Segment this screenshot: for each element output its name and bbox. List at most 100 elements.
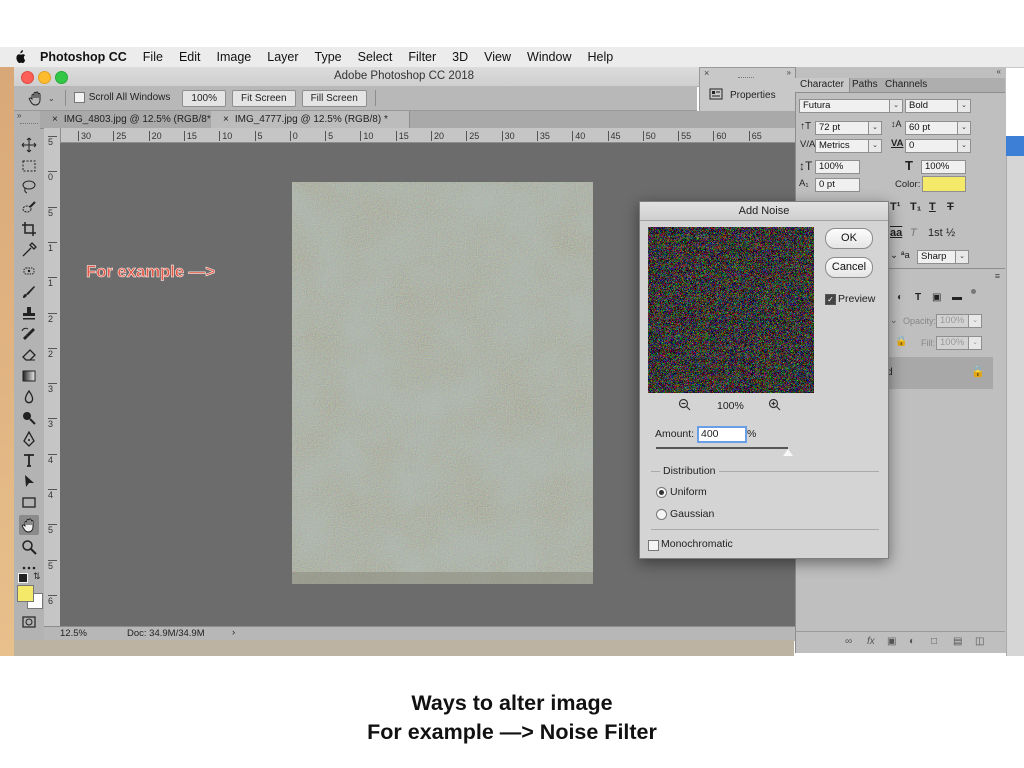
collapse-toolbar-icon[interactable]: »: [17, 111, 21, 120]
strikethrough-icon[interactable]: T: [947, 201, 954, 213]
vertical-scale-field[interactable]: 100%: [815, 160, 860, 174]
menu-edit[interactable]: Edit: [179, 50, 201, 64]
font-style-field[interactable]: Bold: [905, 99, 962, 113]
doc-size[interactable]: Doc: 34.9M/34.9M: [127, 628, 205, 639]
menu-window[interactable]: Window: [527, 50, 571, 64]
underline-icon[interactable]: T: [929, 201, 936, 213]
path-selection-tool-icon[interactable]: [21, 473, 37, 489]
clone-stamp-tool-icon[interactable]: [21, 305, 37, 321]
brush-tool-icon[interactable]: [21, 284, 37, 300]
ordinal-icon[interactable]: 1st: [928, 227, 943, 239]
quick-mask-icon[interactable]: [21, 614, 37, 630]
menu-image[interactable]: Image: [217, 50, 252, 64]
blend-chevron-icon[interactable]: ⌄: [890, 315, 898, 326]
superscript-icon[interactable]: T¹: [890, 201, 900, 213]
tracking-field[interactable]: 0: [905, 139, 962, 153]
close-tab-icon[interactable]: ×: [223, 114, 229, 125]
marquee-tool-icon[interactable]: [21, 158, 37, 174]
menu-select[interactable]: Select: [358, 50, 393, 64]
document-image[interactable]: [292, 182, 593, 584]
menu-view[interactable]: View: [484, 50, 511, 64]
ruler-horizontal[interactable]: 30 25 20 15 10 5 0 5 10 15 20 25 30 35 40 45 50 55 60 65: [60, 128, 795, 143]
gaussian-radio[interactable]: [656, 509, 667, 520]
menu-filter[interactable]: Filter: [408, 50, 436, 64]
fit-screen-button[interactable]: Fit Screen: [231, 89, 296, 107]
opacity-dropdown-icon[interactable]: ⌄: [968, 314, 982, 328]
anti-alias-field[interactable]: Sharp: [917, 250, 956, 264]
menu-file[interactable]: File: [143, 50, 163, 64]
pen-tool-icon[interactable]: [21, 431, 37, 447]
zoom-level[interactable]: 12.5%: [60, 628, 87, 639]
zoom-out-icon[interactable]: [678, 398, 691, 411]
fill-screen-button[interactable]: Fill Screen: [301, 89, 367, 107]
filter-smart-object-icon[interactable]: ▬: [952, 292, 962, 303]
crop-tool-icon[interactable]: [21, 221, 37, 237]
zoom-in-icon[interactable]: [768, 398, 781, 411]
new-layer-icon[interactable]: ▤: [953, 636, 962, 647]
scroll-all-windows-checkbox[interactable]: Scroll All Windows: [73, 92, 170, 104]
ligature-icon[interactable]: aa: [890, 227, 902, 239]
amount-input[interactable]: 400: [697, 426, 747, 443]
tab-paths[interactable]: Paths: [847, 78, 883, 92]
font-style-dropdown-icon[interactable]: ⌄: [957, 99, 971, 113]
adjustment-layer-icon[interactable]: ◐: [909, 636, 915, 647]
blur-tool-icon[interactable]: [21, 389, 37, 405]
menu-layer[interactable]: Layer: [267, 50, 298, 64]
filter-adjustment-icon[interactable]: ◐: [897, 292, 903, 303]
baseline-shift-field[interactable]: 0 pt: [815, 178, 860, 192]
menu-app-name[interactable]: Photoshop CC: [40, 50, 127, 64]
status-menu-arrow[interactable]: ›: [232, 627, 235, 638]
font-family-field[interactable]: Futura: [799, 99, 894, 113]
menu-type[interactable]: Type: [315, 50, 342, 64]
checkbox-box[interactable]: [73, 92, 85, 104]
close-tab-icon[interactable]: ×: [52, 114, 58, 125]
kerning-field[interactable]: Metrics: [815, 139, 872, 153]
ok-button[interactable]: OK: [825, 228, 873, 249]
layer-style-icon[interactable]: fx: [867, 636, 875, 647]
healing-brush-tool-icon[interactable]: [21, 263, 37, 279]
collapse-panel-icon[interactable]: »: [787, 68, 791, 77]
eyedropper-tool-icon[interactable]: [21, 242, 37, 258]
leading-field[interactable]: 60 pt: [905, 121, 962, 135]
add-mask-icon[interactable]: ▣: [887, 636, 896, 647]
delete-layer-icon[interactable]: ◫: [975, 636, 984, 647]
subscript-icon[interactable]: T₁: [910, 201, 921, 213]
new-group-icon[interactable]: □: [931, 636, 937, 647]
anti-alias-chevron-icon[interactable]: ⌄: [890, 250, 898, 261]
amount-slider-thumb[interactable]: [783, 449, 793, 456]
layers-menu-icon[interactable]: ≡: [995, 271, 1000, 281]
anti-alias-dropdown-icon[interactable]: ⌄: [955, 250, 969, 264]
gradient-tool-icon[interactable]: [21, 368, 37, 384]
filter-shape-icon[interactable]: ▣: [932, 292, 941, 303]
horizontal-scale-field[interactable]: 100%: [921, 160, 966, 174]
default-colors-icon[interactable]: [18, 573, 28, 583]
apple-icon[interactable]: [14, 50, 26, 64]
ruler-vertical[interactable]: 5 0 5 1 1 2 2 3 3 4 4 5 5 6: [44, 128, 61, 626]
link-layers-icon[interactable]: ∞: [845, 636, 852, 647]
zoom-tool-icon[interactable]: [21, 539, 37, 555]
tab-img-4803[interactable]: × IMG_4803.jpg @ 12.5% (RGB/8*): [40, 111, 223, 128]
lasso-tool-icon[interactable]: [21, 179, 37, 195]
collapse-dock-icon[interactable]: «: [997, 67, 1001, 76]
panel-grip[interactable]: [738, 77, 754, 80]
uniform-radio[interactable]: [656, 487, 667, 498]
font-size-field[interactable]: 72 pt: [815, 121, 872, 135]
leading-dropdown-icon[interactable]: ⌄: [957, 121, 971, 135]
hand-tool-icon[interactable]: [19, 515, 39, 535]
text-color-swatch[interactable]: [922, 176, 966, 192]
menu-help[interactable]: Help: [588, 50, 614, 64]
tab-img-4777[interactable]: × IMG_4777.jpg @ 12.5% (RGB/8) *: [211, 111, 410, 128]
type-tool-icon[interactable]: [21, 452, 37, 468]
filter-toggle[interactable]: [971, 289, 976, 294]
menu-3d[interactable]: 3D: [452, 50, 468, 64]
fill-field[interactable]: 100%: [936, 336, 971, 350]
quick-selection-tool-icon[interactable]: [21, 200, 37, 216]
toolbar-grip[interactable]: [20, 123, 38, 124]
cancel-button[interactable]: Cancel: [825, 257, 873, 278]
properties-icon[interactable]: [709, 88, 723, 100]
font-family-dropdown-icon[interactable]: ⌄: [889, 99, 903, 113]
noise-preview[interactable]: [648, 227, 814, 393]
kerning-dropdown-icon[interactable]: ⌄: [868, 139, 882, 153]
opacity-field[interactable]: 100%: [936, 314, 971, 328]
dodge-tool-icon[interactable]: [21, 410, 37, 426]
